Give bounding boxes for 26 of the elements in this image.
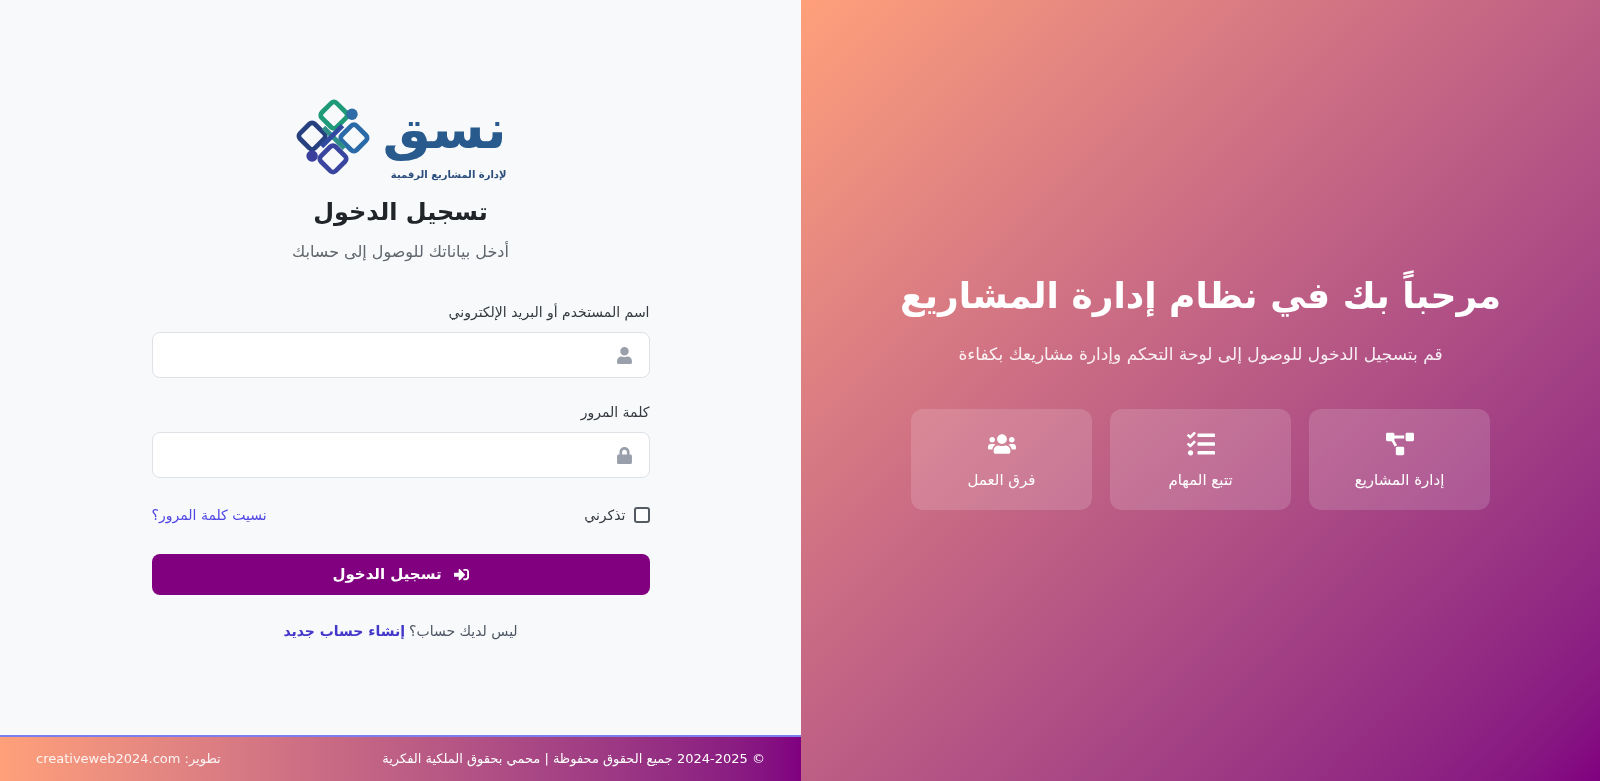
feature-label: إدارة المشاريع: [1354, 469, 1445, 490]
forgot-password-link[interactable]: نسيت كلمة المرور؟: [151, 505, 267, 525]
copyright-text: © 2024-2025 جميع الحقوق محفوظة | محمي بحقوق الملكية الفكرية: [382, 750, 765, 769]
welcome-subtitle: قم بتسجيل الدخول للوصول إلى لوحة التحكم وإدارة مشاريعك بكفاءة: [958, 342, 1443, 366]
login-button[interactable]: تسجيل الدخول: [151, 554, 650, 595]
logo-text: نسق: [382, 97, 507, 163]
signup-prompt: ليس لديك حساب؟: [409, 622, 518, 642]
developer-credit: تطوير: creativeweb2024.com: [36, 750, 221, 769]
field-label: كلمة المرور: [579, 403, 650, 422]
checklist-icon: [1186, 429, 1215, 458]
remember-checkbox[interactable]: [633, 507, 650, 523]
field-label: اسم المستخدم أو البريد الإلكتروني: [447, 302, 650, 322]
user-icon: [615, 346, 633, 364]
feature-label: تتبع المهام: [1168, 469, 1233, 490]
login-title: تسجيل الدخول: [312, 197, 489, 228]
login-subtitle: أدخل بياناتك للوصول إلى حسابك: [291, 240, 510, 264]
sign-in-icon: [453, 567, 469, 582]
password-field[interactable]: [151, 432, 650, 478]
username-field[interactable]: [151, 332, 650, 378]
welcome-title: مرحباً بك في نظام إدارة المشاريع: [899, 271, 1502, 320]
lock-icon: [615, 446, 633, 464]
logo-tagline: لإدارة المشاريع الرقمية: [390, 168, 507, 182]
create-account-link[interactable]: إنشاء حساب جديد: [283, 619, 406, 643]
remember-label: تذكرني: [584, 506, 626, 525]
logo-mark-icon: [294, 99, 371, 175]
feature-label: فرق العمل: [967, 469, 1036, 490]
